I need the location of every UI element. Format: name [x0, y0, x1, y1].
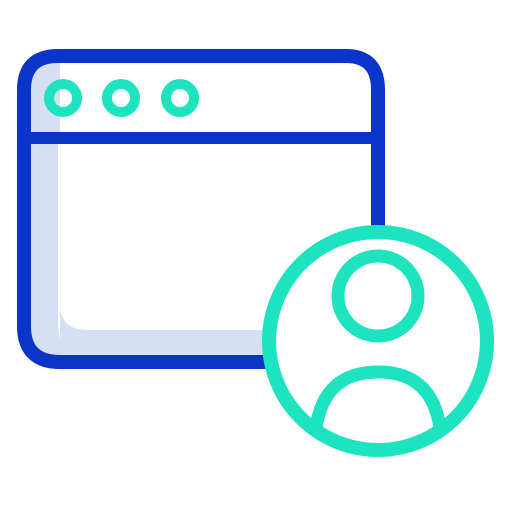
window-dots: [44, 79, 199, 117]
window-fill-accent-bottom: [60, 300, 268, 356]
user-avatar-icon: [262, 225, 494, 457]
window-dot-icon: [161, 79, 199, 117]
browser-window-user-icon: [17, 49, 494, 457]
icon-canvas: [0, 0, 512, 512]
window-dot-icon: [102, 79, 140, 117]
window-fill-accent-left: [30, 132, 74, 356]
window-dot-icon: [44, 79, 82, 117]
